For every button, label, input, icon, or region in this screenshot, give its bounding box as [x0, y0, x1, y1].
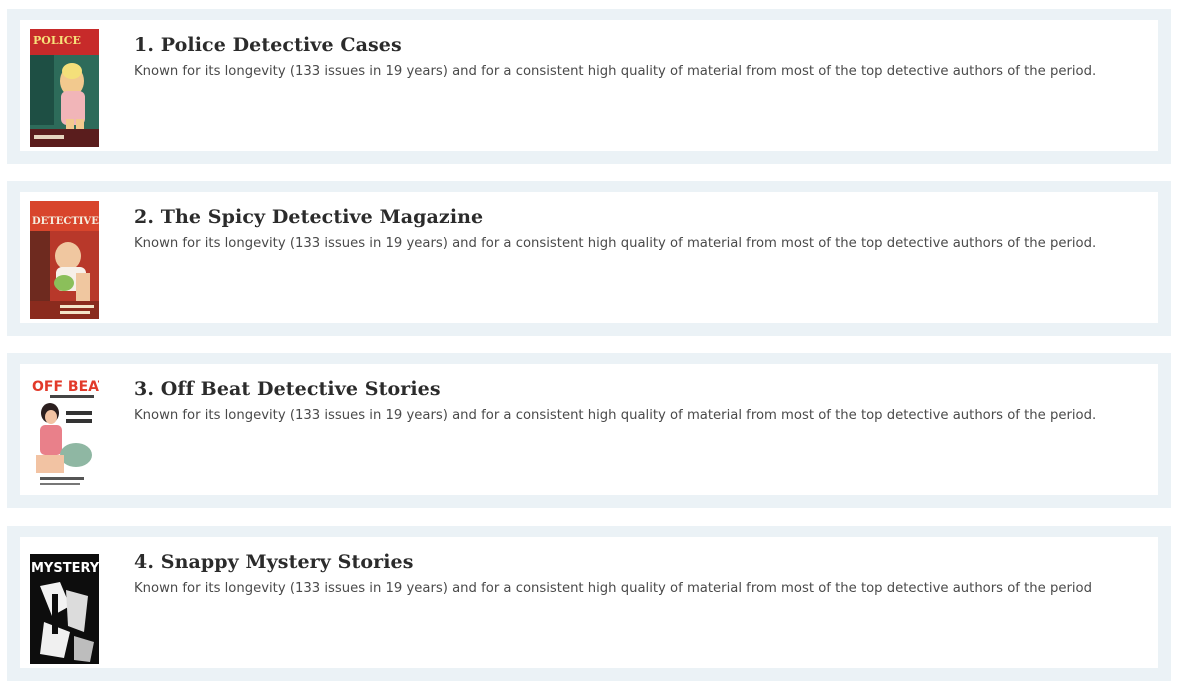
pulp-cover-off-beat-image[interactable]: OFF BEAT	[30, 373, 99, 491]
cover-art: POLICE	[30, 29, 99, 147]
list-item-text: 3. Off Beat Detective Stories Known for …	[134, 378, 1138, 423]
pulp-cover-snappy-mystery-image[interactable]: MYSTERY	[30, 546, 99, 664]
item-description: Known for its longevity (133 issues in 1…	[134, 408, 1097, 423]
magazine-list: POLICE 1. Police Detective Cases Known f…	[0, 0, 1182, 691]
cover-masthead: MYSTERY	[31, 561, 99, 576]
item-title[interactable]: 1. Police Detective Cases	[134, 34, 1138, 56]
cover-masthead: OFF BEAT	[32, 379, 99, 395]
pulp-cover-police-detective-image[interactable]: POLICE	[30, 29, 99, 147]
cover-art: MYSTERY	[30, 546, 99, 664]
list-item-body: POLICE 1. Police Detective Cases Known f…	[20, 20, 1158, 151]
list-item-body: OFF BEAT 3. Off Beat Detective Stories K…	[20, 364, 1158, 495]
list-item[interactable]: DETECTIVE 2. The Spicy Detective Magazin…	[7, 181, 1171, 336]
item-title[interactable]: 4. Snappy Mystery Stories	[134, 551, 1138, 573]
list-item-text: 2. The Spicy Detective Magazine Known fo…	[134, 206, 1138, 251]
item-description: Known for its longevity (133 issues in 1…	[134, 236, 1097, 251]
list-item-body: MYSTERY 4. Snappy Mystery Stories Known …	[20, 537, 1158, 668]
cover-masthead: DETECTIVE	[32, 216, 99, 227]
item-title[interactable]: 2. The Spicy Detective Magazine	[134, 206, 1138, 228]
list-item[interactable]: MYSTERY 4. Snappy Mystery Stories Known …	[7, 526, 1171, 681]
cover-art: DETECTIVE	[30, 201, 99, 319]
list-item-text: 1. Police Detective Cases Known for its …	[134, 34, 1138, 79]
list-item[interactable]: POLICE 1. Police Detective Cases Known f…	[7, 9, 1171, 164]
cover-art: OFF BEAT	[30, 373, 99, 491]
cover-masthead: POLICE	[33, 34, 81, 47]
pulp-cover-spicy-detective-image[interactable]: DETECTIVE	[30, 201, 99, 319]
item-description: Known for its longevity (133 issues in 1…	[134, 581, 1092, 596]
list-item[interactable]: OFF BEAT 3. Off Beat Detective Stories K…	[7, 353, 1171, 508]
list-item-text: 4. Snappy Mystery Stories Known for its …	[134, 551, 1138, 596]
item-title[interactable]: 3. Off Beat Detective Stories	[134, 378, 1138, 400]
list-item-body: DETECTIVE 2. The Spicy Detective Magazin…	[20, 192, 1158, 323]
item-description: Known for its longevity (133 issues in 1…	[134, 64, 1097, 79]
